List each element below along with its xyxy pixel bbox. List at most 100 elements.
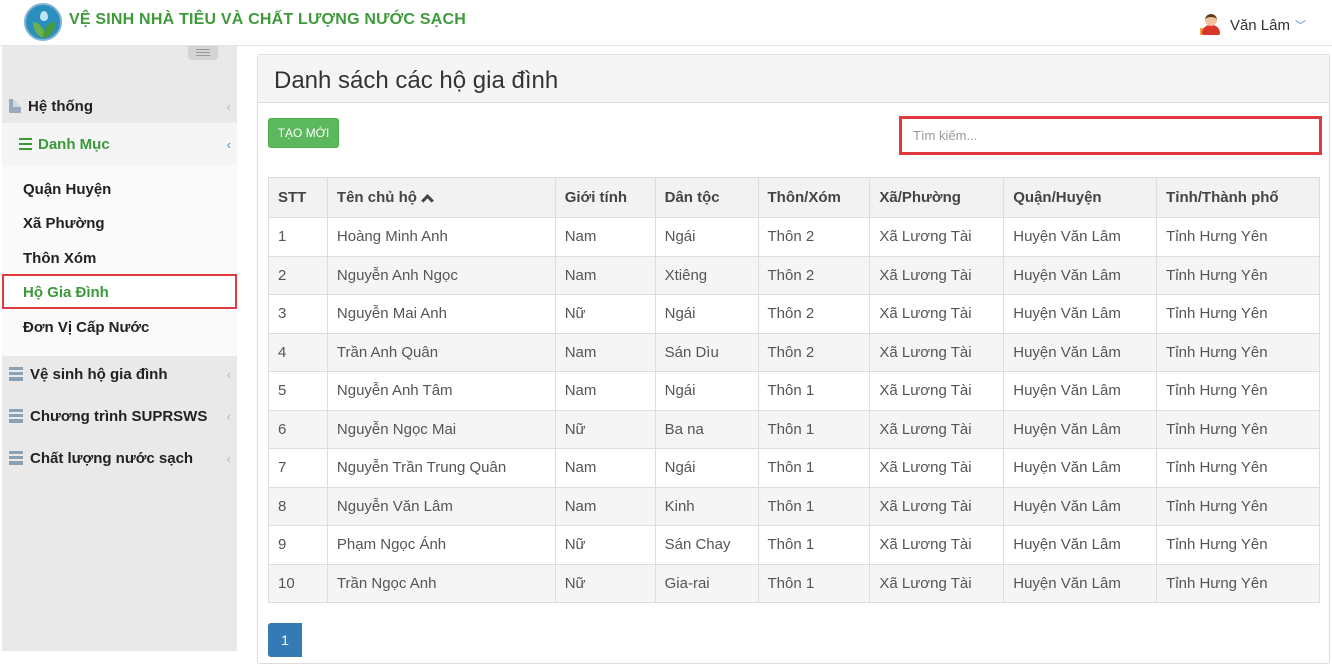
cell-thon-xom: Thôn 1: [757, 409, 871, 449]
sidebar-toggle-button[interactable]: [188, 46, 218, 60]
sidebar-item-ve-sinh-ho-gia-dinh[interactable]: Vệ sinh hộ gia đình ‹: [2, 359, 237, 389]
cell-quan-huyen: Huyện Văn Lâm: [1003, 255, 1158, 295]
cell-ten-chu-ho: Trần Ngọc Anh: [326, 563, 556, 603]
cell-ten-chu-ho: Nguyễn Anh Tâm: [326, 371, 556, 411]
cell-thon-xom: Thôn 2: [757, 217, 871, 257]
chevron-left-icon: ‹: [226, 450, 231, 466]
sidebar-item-he-thong[interactable]: Hệ thống ‹: [2, 91, 237, 121]
cell-xa-phuong: Xã Lương Tài: [869, 525, 1005, 565]
table-row[interactable]: 9 Phạm Ngọc Ánh Nữ Sán Chay Thôn 1 Xã Lương T…: [268, 525, 1320, 565]
sidebar-item-chat-luong-nuoc-sach[interactable]: Chất lượng nước sạch ‹: [2, 443, 237, 473]
column-header-dan-toc[interactable]: Dân tộc: [654, 177, 759, 218]
sidebar-item-danh-muc[interactable]: Danh Mục ‹: [2, 123, 237, 165]
column-header-xa-phuong[interactable]: Xã/Phường: [869, 177, 1005, 218]
cell-dan-toc: Ngái: [654, 294, 759, 334]
cell-quan-huyen: Huyện Văn Lâm: [1003, 371, 1158, 411]
sidebar-item-chuong-trinh-suprsws[interactable]: Chương trình SUPRSWS ‹: [2, 401, 237, 431]
file-icon: [9, 99, 21, 113]
cell-ten-chu-ho: Nguyễn Mai Anh: [326, 294, 556, 334]
app-logo[interactable]: [24, 3, 62, 41]
cell-gioi-tinh: Nam: [554, 371, 656, 411]
cell-xa-phuong: Xã Lương Tài: [869, 371, 1005, 411]
table-row[interactable]: 6 Nguyễn Ngọc Mai Nữ Ba na Thôn 1 Xã Lương Tà…: [268, 409, 1320, 449]
table-row[interactable]: 5 Nguyễn Anh Tâm Nam Ngái Thôn 1 Xã Lương Tài…: [268, 371, 1320, 411]
cell-gioi-tinh: Nam: [554, 332, 656, 372]
sidebar-subitem-don-vi-cap-nuoc[interactable]: Đơn Vị Cấp Nước: [23, 319, 149, 336]
column-header-stt[interactable]: STT: [268, 177, 328, 218]
cell-thon-xom: Thôn 2: [757, 332, 871, 372]
app-title[interactable]: VỆ SINH NHÀ TIÊU VÀ CHẤT LƯỢNG NƯỚC SẠCH: [69, 11, 466, 29]
column-header-quan-huyen[interactable]: Quận/Huyện: [1003, 177, 1158, 218]
column-header-tinh-thanh-pho[interactable]: Tỉnh/Thành phố: [1156, 177, 1320, 218]
cell-tinh-thanh-pho: Tỉnh Hưng Yên: [1156, 525, 1320, 565]
column-header-ten-chu-ho[interactable]: Tên chủ hộ: [326, 177, 556, 218]
cell-gioi-tinh: Nữ: [554, 563, 656, 603]
cell-tinh-thanh-pho: Tỉnh Hưng Yên: [1156, 332, 1320, 372]
user-avatar-icon: [1199, 14, 1222, 36]
cell-gioi-tinh: Nữ: [554, 525, 656, 565]
cell-tinh-thanh-pho: Tỉnh Hưng Yên: [1156, 486, 1320, 526]
table-row[interactable]: 4 Trần Anh Quân Nam Sán Dìu Thôn 2 Xã Lương T…: [268, 332, 1320, 372]
cell-xa-phuong: Xã Lương Tài: [869, 486, 1005, 526]
server-icon: [9, 451, 23, 465]
sidebar-subitem-ho-gia-dinh[interactable]: Hộ Gia Đình: [2, 274, 237, 309]
cell-dan-toc: Xtiêng: [654, 255, 759, 295]
pagination-page-1[interactable]: 1: [268, 623, 302, 657]
cell-ten-chu-ho: Trần Anh Quân: [326, 332, 556, 372]
cell-thon-xom: Thôn 2: [757, 294, 871, 334]
cell-tinh-thanh-pho: Tỉnh Hưng Yên: [1156, 255, 1320, 295]
sidebar-submenu: Quận Huyện Xã Phường Thôn Xóm Đơn Vị Cấp…: [2, 165, 237, 356]
chevron-left-icon: ‹: [226, 136, 231, 152]
cell-tinh-thanh-pho: Tỉnh Hưng Yên: [1156, 217, 1320, 257]
sidebar-subitem-xa-phuong[interactable]: Xã Phường: [23, 215, 105, 232]
cell-thon-xom: Thôn 2: [757, 255, 871, 295]
sidebar: Hệ thống ‹ Danh Mục ‹ Quận Huyện Xã Phườ…: [2, 46, 237, 651]
cell-stt: 1: [268, 217, 328, 257]
sidebar-subitem-thon-xom[interactable]: Thôn Xóm: [23, 250, 96, 267]
server-icon: [9, 367, 23, 381]
cell-quan-huyen: Huyện Văn Lâm: [1003, 332, 1158, 372]
cell-xa-phuong: Xã Lương Tài: [869, 255, 1005, 295]
table-row[interactable]: 2 Nguyễn Anh Ngọc Nam Xtiêng Thôn 2 Xã Lương …: [268, 255, 1320, 295]
chevron-down-icon: ﹀: [1295, 20, 1306, 32]
column-header-thon-xom[interactable]: Thôn/Xóm: [757, 177, 871, 218]
bars-icon: [19, 138, 32, 150]
chevron-left-icon: ‹: [226, 98, 231, 114]
cell-quan-huyen: Huyện Văn Lâm: [1003, 409, 1158, 449]
cell-quan-huyen: Huyện Văn Lâm: [1003, 486, 1158, 526]
table-row[interactable]: 1 Hoàng Minh Anh Nam Ngái Thôn 2 Xã Lương Tài…: [268, 217, 1320, 257]
column-header-gioi-tinh[interactable]: Giới tính: [554, 177, 656, 218]
sidebar-subitem-quan-huyen[interactable]: Quận Huyện: [23, 181, 111, 198]
cell-ten-chu-ho: Nguyễn Anh Ngọc: [326, 255, 556, 295]
table-row[interactable]: 7 Nguyễn Trần Trung Quân Nam Ngái Thôn 1 Xã L…: [268, 448, 1320, 488]
sidebar-item-label: Hệ thống: [28, 97, 93, 115]
cell-tinh-thanh-pho: Tỉnh Hưng Yên: [1156, 563, 1320, 603]
cell-gioi-tinh: Nam: [554, 486, 656, 526]
table-row[interactable]: 8 Nguyễn Văn Lâm Nam Kinh Thôn 1 Xã Lương Tài…: [268, 486, 1320, 526]
cell-gioi-tinh: Nam: [554, 255, 656, 295]
cell-dan-toc: Sán Chay: [654, 525, 759, 565]
sidebar-subitem-label: Hộ Gia Đình: [23, 284, 109, 301]
cell-stt: 10: [268, 563, 328, 603]
cell-xa-phuong: Xã Lương Tài: [869, 332, 1005, 372]
page-title: Danh sách các hộ gia đình: [274, 67, 559, 94]
cell-stt: 9: [268, 525, 328, 565]
table-row[interactable]: 10 Trần Ngọc Anh Nữ Gia-rai Thôn 1 Xã Lương T…: [268, 563, 1320, 603]
cell-gioi-tinh: Nam: [554, 217, 656, 257]
search-input[interactable]: [902, 119, 1319, 152]
sort-ascending-icon: [421, 194, 434, 207]
cell-gioi-tinh: Nam: [554, 448, 656, 488]
sidebar-item-label: Vệ sinh hộ gia đình: [30, 365, 168, 383]
logo-leaf-right: [43, 22, 55, 38]
cell-dan-toc: Ngái: [654, 217, 759, 257]
cell-tinh-thanh-pho: Tỉnh Hưng Yên: [1156, 294, 1320, 334]
cell-dan-toc: Ngái: [654, 371, 759, 411]
cell-gioi-tinh: Nữ: [554, 294, 656, 334]
user-menu[interactable]: Văn Lâm ﹀: [1199, 14, 1306, 36]
cell-stt: 5: [268, 371, 328, 411]
create-button[interactable]: TẠO MỚI: [268, 118, 339, 148]
table-row[interactable]: 3 Nguyễn Mai Anh Nữ Ngái Thôn 2 Xã Lương Tài H…: [268, 294, 1320, 334]
cell-stt: 8: [268, 486, 328, 526]
chevron-left-icon: ‹: [226, 366, 231, 382]
cell-dan-toc: Ngái: [654, 448, 759, 488]
